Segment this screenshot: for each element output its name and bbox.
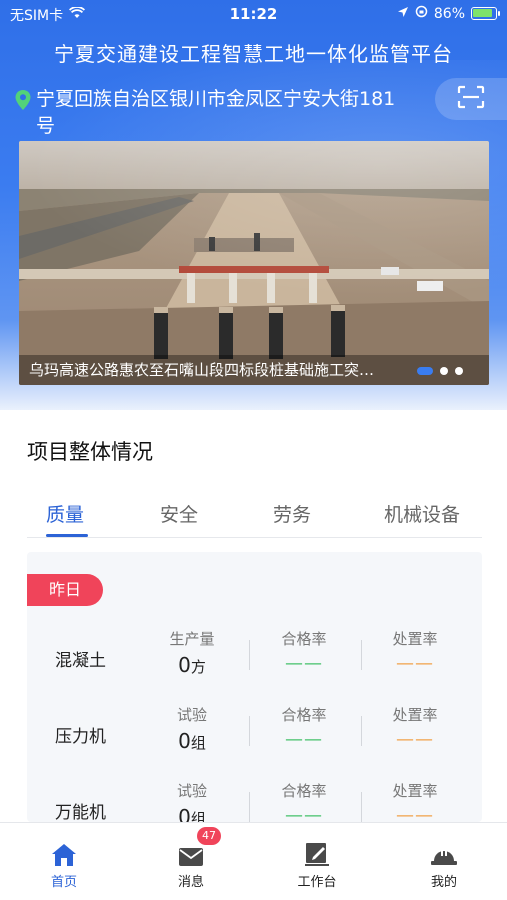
- scan-icon: [457, 85, 485, 113]
- handle-rate-label: 处置率: [392, 782, 438, 800]
- carousel-indicator: [417, 367, 463, 375]
- pass-rate-label: 合格率: [281, 630, 327, 648]
- battery-percent: 86%: [433, 5, 465, 22]
- bottom-nav: 首页 47 消息 工作台 我的: [0, 822, 507, 900]
- divider: [249, 792, 250, 822]
- app-title: 宁夏交通建设工程智慧工地一体化监管平台: [54, 42, 453, 66]
- handle-rate-label: 处置率: [392, 706, 438, 724]
- pass-rate-label: 合格率: [281, 782, 327, 800]
- metric-label: 试验: [176, 782, 207, 800]
- nav-profile[interactable]: 我的: [404, 833, 484, 890]
- stat-row[interactable]: 万能机 试验 0组 合格率 —— 处置率 ——: [27, 770, 482, 822]
- active-tab-indicator: [46, 534, 88, 537]
- tab-machinery[interactable]: 机械设备: [384, 500, 460, 527]
- construction-site-photo: [19, 141, 489, 385]
- pass-rate-label: 合格率: [281, 706, 327, 724]
- metric-label: 试验: [176, 706, 207, 724]
- pass-rate-value: ——: [285, 653, 323, 674]
- carousel-dot[interactable]: [417, 367, 433, 375]
- stat-row-name: 混凝土: [55, 651, 106, 671]
- battery-icon: [471, 7, 500, 20]
- mail-icon: 47: [151, 827, 231, 867]
- carousel-dot[interactable]: [440, 367, 448, 375]
- stat-row-name: 压力机: [55, 727, 106, 747]
- handle-rate-value: ——: [396, 729, 434, 750]
- stat-row[interactable]: 压力机 试验 0组 合格率 —— 处置率 ——: [27, 694, 482, 764]
- tab-safety[interactable]: 安全: [160, 500, 198, 527]
- home-icon: [24, 833, 104, 867]
- message-count-badge: 47: [197, 827, 221, 845]
- location-pin-icon: [14, 89, 36, 140]
- divider: [361, 716, 362, 746]
- nav-messages-label: 消息: [177, 875, 204, 890]
- section-title: 项目整体情况: [27, 440, 153, 464]
- nav-workbench[interactable]: 工作台: [277, 833, 357, 890]
- carousel-dot[interactable]: [455, 367, 463, 375]
- metric-column: 试验 0组: [152, 770, 232, 822]
- workbench-icon: [277, 833, 357, 867]
- location-address: 宁夏回族自治区银川市金凤区宁安大街181号: [36, 88, 396, 137]
- helmet-icon: [404, 833, 484, 867]
- divider: [361, 792, 362, 822]
- quality-stats-panel: 昨日 混凝土 生产量 0方 合格率 —— 处置率 —— 压力机 试验 0组 合格…: [27, 552, 482, 822]
- nav-messages[interactable]: 47 消息: [151, 827, 231, 890]
- handle-rate-column: 处置率 ——: [375, 694, 455, 750]
- metric-value: 0组: [178, 729, 206, 753]
- divider: [249, 640, 250, 670]
- metric-value: 0方: [178, 653, 206, 677]
- divider: [361, 640, 362, 670]
- nav-profile-label: 我的: [430, 875, 457, 890]
- tab-labor[interactable]: 劳务: [273, 500, 311, 527]
- pass-rate-column: 合格率 ——: [264, 770, 344, 822]
- handle-rate-column: 处置率 ——: [375, 770, 455, 822]
- pass-rate-value: ——: [285, 729, 323, 750]
- location-row[interactable]: 宁夏回族自治区银川市金凤区宁安大街181号: [14, 86, 414, 140]
- nav-home[interactable]: 首页: [24, 833, 104, 890]
- handle-rate-value: ——: [396, 805, 434, 822]
- tab-quality[interactable]: 质量: [46, 500, 84, 527]
- handle-rate-value: ——: [396, 653, 434, 674]
- pass-rate-column: 合格率 ——: [264, 618, 344, 674]
- pass-rate-column: 合格率 ——: [264, 694, 344, 750]
- divider: [249, 716, 250, 746]
- stat-row-name: 万能机: [55, 803, 106, 822]
- pass-rate-value: ——: [285, 805, 323, 822]
- nav-home-label: 首页: [50, 875, 77, 890]
- handle-rate-column: 处置率 ——: [375, 618, 455, 674]
- metric-column: 试验 0组: [152, 694, 232, 753]
- stat-row[interactable]: 混凝土 生产量 0方 合格率 —— 处置率 ——: [27, 618, 482, 688]
- header-banner-area: 无SIM卡 11:22 86% 宁夏交通建设工程智慧工地一体化监管平台 宁夏回族…: [0, 0, 507, 410]
- category-tabs: 质量 安全 劳务 机械设备: [27, 490, 482, 538]
- location-arrow-icon: [397, 6, 409, 22]
- metric-value: 0组: [178, 805, 206, 822]
- metric-label: 生产量: [169, 630, 215, 648]
- period-badge: 昨日: [27, 574, 103, 606]
- handle-rate-label: 处置率: [392, 630, 438, 648]
- status-bar: 无SIM卡 11:22 86%: [0, 0, 507, 30]
- banner-carousel[interactable]: 乌玛高速公路惠农至石嘴山段四标段桩基础施工突…: [19, 141, 489, 385]
- scan-button[interactable]: [435, 78, 507, 120]
- orientation-lock-icon: [415, 5, 428, 22]
- metric-column: 生产量 0方: [152, 618, 232, 677]
- nav-workbench-label: 工作台: [297, 875, 337, 890]
